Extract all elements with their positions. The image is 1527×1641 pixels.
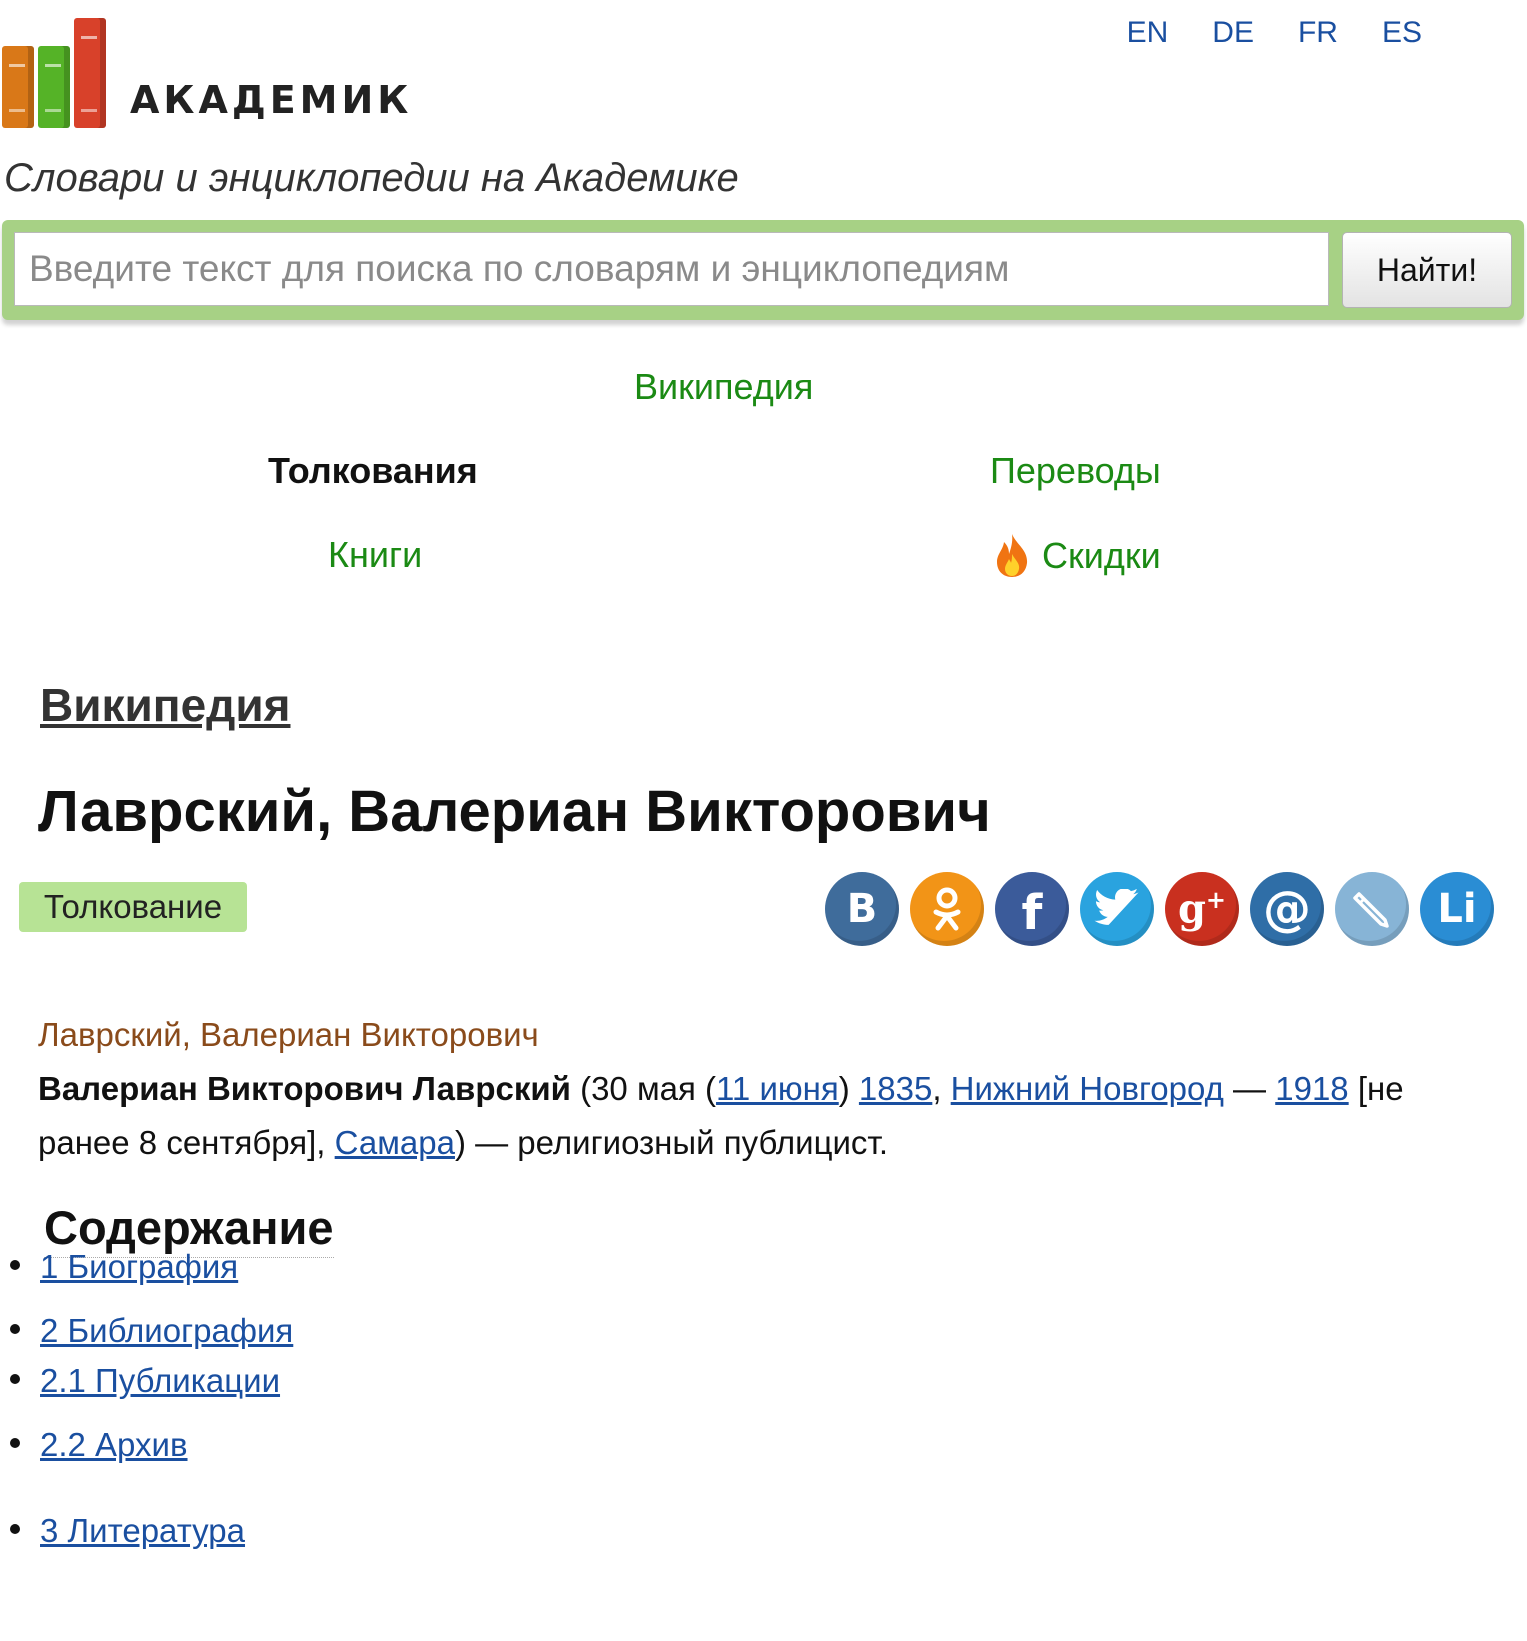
entry-paragraph: Валериан Викторович Лаврский (30 мая (11… bbox=[38, 1062, 1493, 1170]
logo-text: АКАДЕМИК bbox=[130, 78, 413, 122]
lang-de-link[interactable]: DE bbox=[1212, 16, 1254, 50]
pencil-icon bbox=[1353, 892, 1389, 928]
lang-en-link[interactable]: EN bbox=[1127, 16, 1169, 50]
search-bar: Найти! bbox=[2, 220, 1524, 320]
search-input[interactable] bbox=[14, 232, 1329, 306]
birthplace-link[interactable]: Нижний Новгород bbox=[951, 1070, 1224, 1107]
entry-text-part: ) — религиозный публицист. bbox=[454, 1124, 889, 1161]
toc-link-bibliography[interactable]: 2 Библиография bbox=[40, 1312, 293, 1349]
entry-text-part: ) bbox=[838, 1070, 859, 1107]
twitter-share-button[interactable] bbox=[1080, 872, 1154, 946]
source-wikipedia-link[interactable]: Википедия bbox=[40, 678, 290, 732]
interpretation-badge: Толкование bbox=[19, 882, 247, 932]
odnoklassniki-share-button[interactable] bbox=[910, 872, 984, 946]
vk-icon: B bbox=[846, 886, 878, 932]
deathplace-link[interactable]: Самара bbox=[335, 1124, 455, 1161]
nav-discounts[interactable]: Скидки bbox=[994, 532, 1161, 578]
toc-item: 2.1 Публикации bbox=[10, 1362, 280, 1400]
nav-discounts-label: Скидки bbox=[1042, 535, 1161, 576]
lang-fr-link[interactable]: FR bbox=[1298, 16, 1338, 50]
liveinternet-icon: Li bbox=[1437, 886, 1477, 932]
share-buttons: B f g+ @ Li bbox=[825, 872, 1494, 946]
nav-translations[interactable]: Переводы bbox=[990, 450, 1161, 492]
year-link[interactable]: 1835 bbox=[859, 1070, 932, 1107]
site-logo[interactable]: АКАДЕМИК bbox=[2, 18, 412, 128]
toc-item: 1 Биография bbox=[10, 1248, 238, 1286]
facebook-icon: f bbox=[1021, 885, 1043, 941]
date-link[interactable]: 11 июня bbox=[716, 1070, 839, 1107]
entry-heading: Лаврский, Валериан Викторович bbox=[38, 1016, 539, 1053]
entry-text-part: — bbox=[1223, 1070, 1276, 1107]
nav-wikipedia[interactable]: Википедия bbox=[634, 366, 813, 408]
google-plus-icon: g+ bbox=[1177, 885, 1227, 933]
entry-name: Валериан Викторович Лаврский bbox=[38, 1070, 571, 1107]
google-plus-share-button[interactable]: g+ bbox=[1165, 872, 1239, 946]
toc-link-literature[interactable]: 3 Литература bbox=[40, 1512, 245, 1549]
site-tagline: Словари и энциклопедии на Академике bbox=[4, 156, 739, 200]
vk-share-button[interactable]: B bbox=[825, 872, 899, 946]
toc-link-archive[interactable]: 2.2 Архив bbox=[40, 1426, 188, 1463]
toc-link-publications[interactable]: 2.1 Публикации bbox=[40, 1362, 280, 1399]
toc-item: 3 Литература bbox=[10, 1512, 245, 1550]
death-year-link[interactable]: 1918 bbox=[1275, 1070, 1348, 1107]
language-switcher: EN DE FR ES bbox=[1127, 16, 1422, 50]
nav-interpretations[interactable]: Толкования bbox=[268, 450, 478, 492]
nav-books[interactable]: Книги bbox=[328, 534, 422, 576]
liveinternet-share-button[interactable]: Li bbox=[1420, 872, 1494, 946]
search-button[interactable]: Найти! bbox=[1342, 232, 1512, 308]
twitter-icon bbox=[1094, 889, 1139, 925]
entry-text-part: (30 мая ( bbox=[570, 1070, 717, 1107]
mail-share-button[interactable]: @ bbox=[1250, 872, 1324, 946]
books-icon bbox=[2, 18, 106, 128]
fire-icon bbox=[997, 534, 1028, 577]
at-icon: @ bbox=[1263, 881, 1311, 937]
facebook-share-button[interactable]: f bbox=[995, 872, 1069, 946]
entry-text-part: , bbox=[932, 1070, 951, 1107]
toc-item: 2.2 Архив bbox=[10, 1426, 188, 1464]
toc-link-biography[interactable]: 1 Биография bbox=[40, 1248, 238, 1285]
lang-es-link[interactable]: ES bbox=[1382, 16, 1422, 50]
toc-item: 2 Библиография bbox=[10, 1312, 293, 1350]
odnoklassniki-icon bbox=[933, 887, 961, 931]
livejournal-share-button[interactable] bbox=[1335, 872, 1409, 946]
article-title: Лаврский, Валериан Викторович bbox=[38, 779, 991, 844]
